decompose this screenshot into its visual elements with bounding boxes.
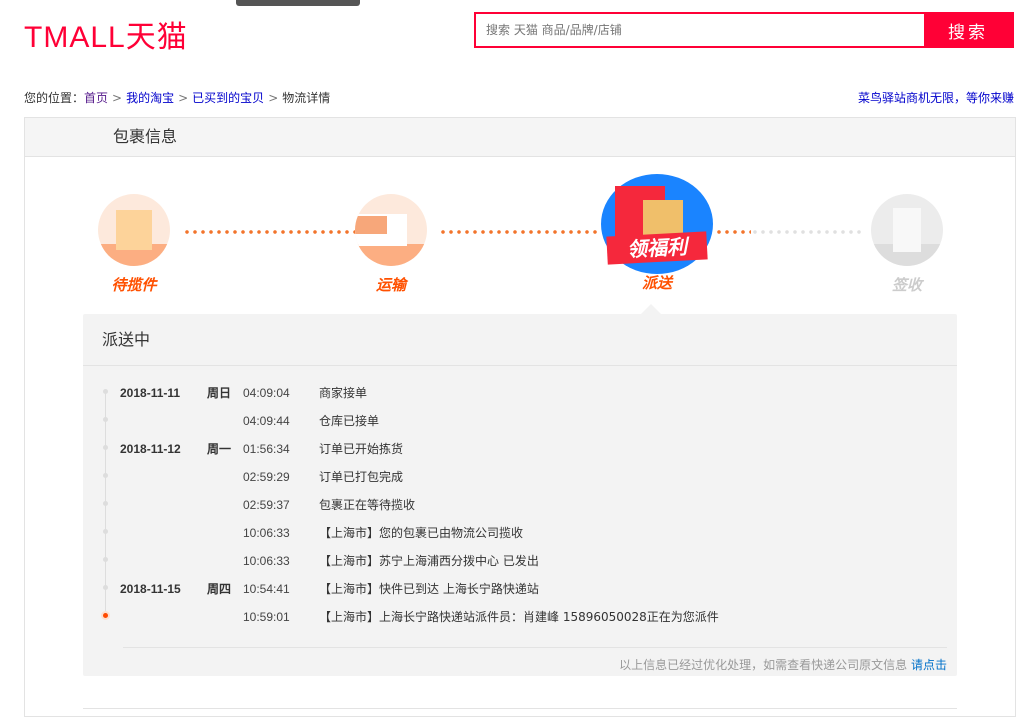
timeline-dot xyxy=(103,529,108,534)
event-date: 2018-11-15 xyxy=(120,582,181,596)
truck-icon xyxy=(355,194,427,266)
breadcrumb-my-taobao[interactable]: 我的淘宝 xyxy=(126,91,174,105)
panel-title: 包裹信息 xyxy=(25,118,1015,157)
search-button[interactable]: 搜索 xyxy=(924,14,1012,46)
event-time: 10:06:33 xyxy=(243,526,290,540)
search-input[interactable] xyxy=(476,14,924,46)
step-label: 待揽件 xyxy=(111,276,157,294)
event-date: 2018-11-12 xyxy=(120,442,181,456)
event-text: 商家接单 xyxy=(319,386,368,400)
event-text: 仓库已接单 xyxy=(319,414,380,428)
welfare-banner-icon[interactable]: 领福利 xyxy=(601,174,713,274)
event-time: 10:59:01 xyxy=(243,610,290,624)
event-time: 02:59:37 xyxy=(243,498,290,512)
step-pending-pickup: 待揽件 xyxy=(98,194,170,295)
timeline-row: 2018-11-15 周四 10:54:41 【上海市】快件已到达 上海长宁路快递站 xyxy=(83,582,957,610)
timeline-row: 10:06:33 【上海市】您的包裹已由物流公司揽收 xyxy=(83,526,957,554)
timeline-dot xyxy=(103,473,108,478)
progress-dots-pending xyxy=(751,230,861,234)
event-time: 10:06:33 xyxy=(243,554,290,568)
breadcrumb: 您的位置：首页 > 我的淘宝 > 已买到的宝贝 > 物流详情 xyxy=(24,89,330,106)
event-time: 10:54:41 xyxy=(243,582,290,596)
breadcrumb-prefix: 您的位置： xyxy=(24,91,85,105)
timeline-row: 10:59:01 【上海市】上海长宁路快递站派件员：肖建峰 15896050028… xyxy=(83,610,957,638)
tracking-detail: 派送中 2018-11-11 周日 04:09:04 商家接单 04:09:44 仓库已接… xyxy=(83,304,957,676)
footer-note: 以上信息已经过优化处理，如需查看快递公司原文信息 请点击 xyxy=(123,647,947,673)
event-text: 订单已打包完成 xyxy=(319,470,404,484)
promo-link[interactable]: 菜鸟驿站商机无限，等你来赚 xyxy=(858,89,1014,106)
step-label: 签收 xyxy=(891,276,922,294)
event-text: 【上海市】快件已到达 上海长宁路快递站 xyxy=(319,582,539,596)
step-transport: 运输 xyxy=(355,194,427,295)
event-date: 2018-11-11 xyxy=(120,386,181,400)
event-time: 04:09:44 xyxy=(243,414,290,428)
package-panel: 包裹信息 待揽件 运输 领福利 派送 签收 派送中 2018-11-11 周日 04… xyxy=(24,117,1016,717)
timeline-row: 02:59:37 包裹正在等待揽收 xyxy=(83,498,957,526)
event-time: 02:59:29 xyxy=(243,470,290,484)
timeline-dot xyxy=(103,389,108,394)
tmall-logo[interactable]: TMALL天猫 xyxy=(24,12,188,56)
timeline-dot xyxy=(103,585,108,590)
welfare-badge[interactable]: 领福利 xyxy=(606,231,708,265)
progress-dots xyxy=(439,230,599,234)
footer-note-text: 以上信息已经过优化处理，如需查看快递公司原文信息 xyxy=(619,658,911,672)
timeline-row: 2018-11-11 周日 04:09:04 商家接单 xyxy=(83,386,957,414)
progress-steps: 待揽件 运输 领福利 派送 签收 xyxy=(25,174,1015,298)
delivery-status: 派送中 xyxy=(83,314,957,366)
event-text: 【上海市】苏宁上海浦西分拨中心 已发出 xyxy=(319,554,539,568)
progress-dots xyxy=(183,230,355,234)
event-text: 订单已开始拣货 xyxy=(319,442,404,456)
timeline-dot xyxy=(103,501,108,506)
timeline-dot xyxy=(103,613,108,618)
breadcrumb-home[interactable]: 首页 xyxy=(84,91,108,105)
step-delivery[interactable]: 领福利 派送 xyxy=(601,174,713,293)
receipt-icon xyxy=(871,194,943,266)
progress-dots xyxy=(715,230,751,234)
event-text: 【上海市】您的包裹已由物流公司揽收 xyxy=(319,526,524,540)
timeline-row: 04:09:44 仓库已接单 xyxy=(83,414,957,442)
breadcrumb-sep: > xyxy=(268,91,279,105)
step-signed: 签收 xyxy=(871,194,943,295)
event-time: 01:56:34 xyxy=(243,442,290,456)
event-text: 【上海市】上海长宁路快递站派件员：肖建峰 15896050028正在为您派件 xyxy=(319,610,719,624)
event-text: 包裹正在等待揽收 xyxy=(319,498,416,512)
event-weekday: 周一 xyxy=(207,442,232,456)
event-weekday: 周日 xyxy=(207,386,232,400)
step-label: 运输 xyxy=(375,276,406,294)
timeline-dot xyxy=(103,445,108,450)
breadcrumb-current: 物流详情 xyxy=(282,91,331,105)
timeline-dot xyxy=(103,557,108,562)
timeline-row: 2018-11-12 周一 01:56:34 订单已开始拣货 xyxy=(83,442,957,470)
search-bar: 搜索 xyxy=(474,12,1014,48)
breadcrumb-purchased[interactable]: 已买到的宝贝 xyxy=(192,91,264,105)
timeline-row: 02:59:29 订单已打包完成 xyxy=(83,470,957,498)
tooltip xyxy=(236,0,360,6)
timeline-dot xyxy=(103,417,108,422)
step-label: 派送 xyxy=(641,274,672,292)
breadcrumb-sep: > xyxy=(178,91,189,105)
view-original-link[interactable]: 请点击 xyxy=(911,658,947,672)
event-time: 04:09:04 xyxy=(243,386,290,400)
timeline-row: 10:06:33 【上海市】苏宁上海浦西分拨中心 已发出 xyxy=(83,554,957,582)
parcel-icon xyxy=(98,194,170,266)
breadcrumb-sep: > xyxy=(112,91,123,105)
tracking-timeline: 2018-11-11 周日 04:09:04 商家接单 04:09:44 仓库已接单 201… xyxy=(83,386,957,638)
event-weekday: 周四 xyxy=(207,582,232,596)
